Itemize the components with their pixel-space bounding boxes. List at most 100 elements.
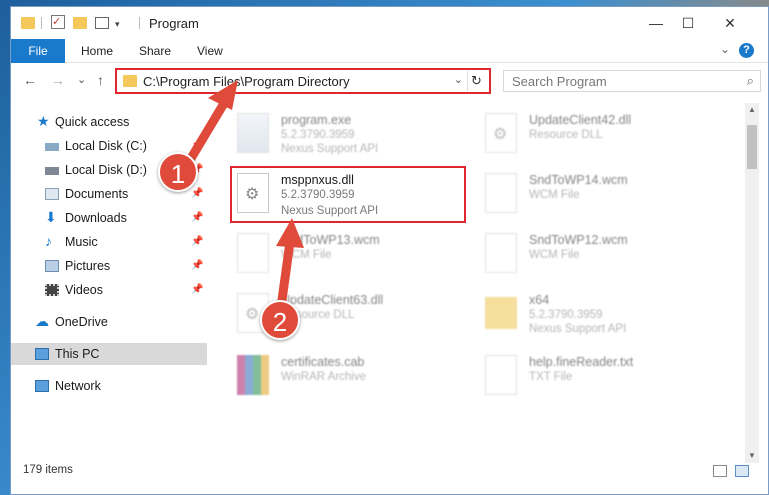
- file-name: UpdateClient42.dll: [529, 113, 632, 127]
- scroll-up-icon[interactable]: ▲: [745, 103, 759, 117]
- document-file-icon: [237, 233, 269, 273]
- archive-file-icon: [237, 355, 269, 395]
- document-file-icon: [485, 233, 517, 273]
- file-name: program.exe: [281, 113, 352, 127]
- details-view-icon[interactable]: [713, 465, 727, 477]
- nav-this-pc[interactable]: This PC: [11, 343, 207, 365]
- file-name: SndToWP13.wcm: [281, 233, 380, 247]
- tab-share[interactable]: Share: [139, 39, 171, 63]
- nav-videos[interactable]: Videos 📌: [11, 279, 207, 301]
- pin-icon[interactable]: 📌: [191, 255, 203, 277]
- pin-icon[interactable]: 📌: [191, 183, 203, 205]
- document-file-icon: [485, 355, 517, 395]
- navigation-bar: ← → ⌄ ↑ C:\Program Files\Program Directo…: [11, 65, 768, 97]
- file-description: Nexus Support API: [529, 323, 627, 335]
- tab-home[interactable]: Home: [81, 39, 113, 63]
- explorer-window: ✓ ▾ Program — ☐ ✕ File Home Share View ⌄…: [10, 6, 769, 495]
- folder-icon: [123, 75, 137, 87]
- dll-file-icon: [485, 113, 517, 153]
- nav-label: Network: [55, 379, 101, 393]
- step-1-badge: 1: [158, 152, 198, 192]
- exe-file-icon: [237, 113, 269, 153]
- nav-pictures[interactable]: Pictures 📌: [11, 255, 207, 277]
- recent-locations-icon[interactable]: ⌄: [77, 73, 86, 86]
- pin-icon[interactable]: 📌: [191, 207, 203, 229]
- minimize-button[interactable]: —: [643, 13, 669, 33]
- tiles-view-icon[interactable]: [735, 465, 749, 477]
- tab-file[interactable]: File: [11, 39, 65, 63]
- file-name: x64: [529, 293, 550, 307]
- tab-view[interactable]: View: [197, 39, 223, 63]
- file-type: WCM File: [529, 249, 580, 261]
- search-input[interactable]: [504, 71, 724, 91]
- up-arrow-icon[interactable]: ↑: [97, 72, 104, 88]
- new-folder-icon[interactable]: [73, 17, 87, 29]
- folder-icon: [485, 297, 517, 329]
- scroll-thumb[interactable]: [747, 125, 757, 169]
- properties-check-icon[interactable]: ✓: [51, 15, 65, 29]
- file-name: help.fineReader.txt: [529, 355, 634, 369]
- star-icon: ★: [37, 113, 50, 129]
- forward-arrow-icon[interactable]: →: [51, 72, 65, 88]
- pin-icon[interactable]: 📌: [191, 231, 203, 253]
- search-icon[interactable]: ⌕: [747, 73, 754, 89]
- window-title: Program: [149, 16, 199, 31]
- file-item[interactable]: UpdateClient42.dll Resource DLL: [481, 109, 717, 165]
- vertical-scrollbar[interactable]: ▲ ▼: [745, 103, 759, 463]
- nav-label: Downloads: [65, 211, 127, 225]
- help-icon[interactable]: ?: [739, 43, 754, 58]
- nav-label: Quick access: [55, 115, 130, 129]
- nav-label: This PC: [55, 347, 100, 361]
- file-list: program.exe 5.2.3790.3959 Nexus Support …: [217, 103, 745, 463]
- file-item[interactable]: x64 5.2.3790.3959 Nexus Support API: [481, 289, 717, 345]
- document-file-icon: [485, 173, 517, 213]
- file-type: WCM File: [281, 249, 332, 261]
- downloads-icon: ⬇: [45, 209, 57, 225]
- drive-icon: [45, 143, 59, 151]
- nav-quick-access[interactable]: ★ Quick access: [11, 111, 207, 133]
- videos-icon: [45, 284, 59, 296]
- back-arrow-icon[interactable]: ←: [23, 72, 37, 88]
- network-icon: [35, 380, 49, 392]
- file-version: 5.2.3790.3959: [281, 129, 355, 141]
- close-button[interactable]: ✕: [717, 13, 743, 33]
- file-item[interactable]: SndToWP12.wcm WCM File: [481, 229, 717, 285]
- highlight-box: [230, 166, 466, 223]
- file-name: certificates.cab: [281, 355, 365, 369]
- nav-label: Local Disk (C:): [65, 139, 147, 153]
- file-item[interactable]: SndToWP14.wcm WCM File: [481, 169, 717, 225]
- nav-label: Pictures: [65, 259, 111, 273]
- file-item[interactable]: program.exe 5.2.3790.3959 Nexus Support …: [233, 109, 469, 165]
- maximize-button[interactable]: ☐: [675, 13, 701, 33]
- ribbon-tabs: File Home Share View ⌄ ?: [11, 39, 768, 63]
- search-box[interactable]: ⌕: [503, 70, 761, 92]
- folder-icon[interactable]: [21, 17, 35, 29]
- cloud-icon: ☁: [35, 313, 49, 329]
- address-path[interactable]: C:\Program Files\Program Directory: [143, 74, 350, 89]
- pin-icon[interactable]: 📌: [191, 135, 203, 157]
- nav-downloads[interactable]: ⬇ Downloads 📌: [11, 207, 207, 229]
- file-item[interactable]: SndToWP13.wcm WCM File: [233, 229, 469, 285]
- nav-label: Documents: [65, 187, 129, 201]
- documents-icon: [45, 188, 59, 200]
- file-type: WCM File: [529, 189, 580, 201]
- view-properties-icon[interactable]: [95, 17, 109, 29]
- address-dropdown-icon[interactable]: ⌄: [454, 73, 463, 86]
- customize-quick-access-dropdown[interactable]: ▾: [115, 16, 120, 32]
- nav-music[interactable]: ♪ Music 📌: [11, 231, 207, 253]
- collapse-ribbon-icon[interactable]: ⌄: [720, 42, 730, 56]
- pin-icon[interactable]: 📌: [191, 279, 203, 301]
- nav-label: OneDrive: [55, 315, 108, 329]
- file-name: SndToWP12.wcm: [529, 233, 628, 247]
- file-type: WinRAR Archive: [281, 371, 366, 383]
- pictures-icon: [45, 260, 59, 272]
- address-bar[interactable]: C:\Program Files\Program Directory ⌄ ↻: [115, 68, 491, 94]
- music-icon: ♪: [45, 233, 52, 249]
- file-item[interactable]: help.fineReader.txt TXT File: [481, 351, 717, 407]
- file-item[interactable]: certificates.cab WinRAR Archive: [233, 351, 469, 407]
- nav-onedrive[interactable]: ☁ OneDrive: [11, 311, 207, 333]
- nav-network[interactable]: Network: [11, 375, 207, 397]
- file-type: Resource DLL: [529, 129, 603, 141]
- refresh-icon[interactable]: ↻: [467, 71, 485, 91]
- file-name: SndToWP14.wcm: [529, 173, 628, 187]
